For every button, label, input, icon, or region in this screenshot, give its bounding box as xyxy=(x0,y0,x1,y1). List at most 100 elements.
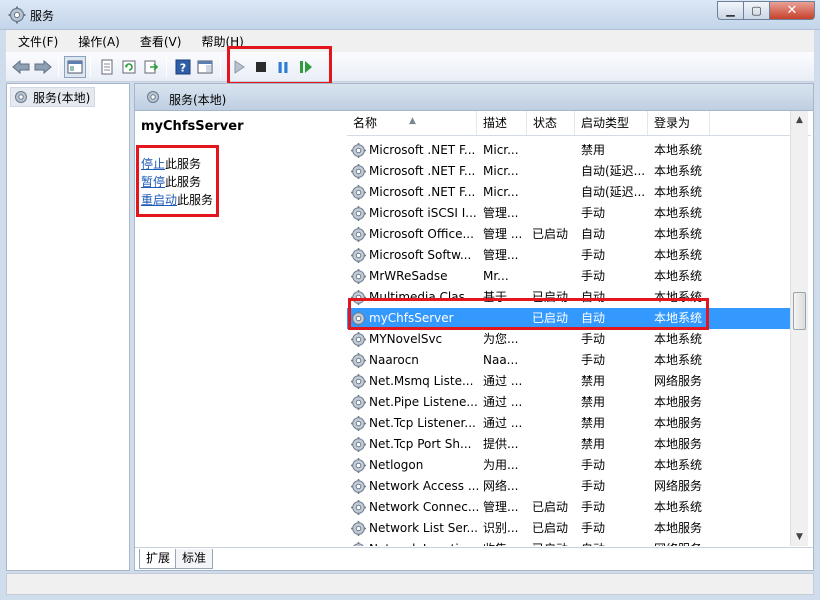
service-description: 提供... xyxy=(483,437,519,451)
service-description: 管理... xyxy=(483,206,519,220)
menu-action[interactable]: 操作(A) xyxy=(66,33,128,50)
scroll-down-icon: ▼ xyxy=(796,531,803,542)
service-description: 通过 ... xyxy=(483,395,523,409)
restart-service-link[interactable]: 重启动 xyxy=(141,193,177,207)
stop-service-button[interactable] xyxy=(250,56,272,78)
tree-item-services-local[interactable]: 服务(本地) xyxy=(10,87,96,107)
forward-button[interactable] xyxy=(32,56,54,78)
table-row[interactable]: Naarocn Naa... 手动 本地系统 xyxy=(347,350,792,371)
list-header: ▲ 名称 描述 状态 启动类型 登录为 xyxy=(347,111,811,136)
service-startup-type: 自动 xyxy=(581,539,651,546)
table-row[interactable]: Microsoft Office... 管理 ... 已启动 自动 本地系统 xyxy=(347,224,792,245)
table-row[interactable]: Net.Tcp Listener... 通过 ... 禁用 本地服务 xyxy=(347,413,792,434)
service-status: 已启动 xyxy=(532,521,569,535)
service-name: MYNovelSvc xyxy=(369,332,443,346)
service-description: 为您... xyxy=(483,332,519,346)
service-status xyxy=(532,140,576,161)
service-name: Net.Tcp Port Sh... xyxy=(369,437,472,451)
scroll-thumb[interactable] xyxy=(793,292,806,330)
console-tree-button[interactable] xyxy=(64,56,86,78)
properties-button[interactable] xyxy=(96,56,118,78)
table-row[interactable]: Microsoft Softw... 管理... 手动 本地系统 xyxy=(347,245,792,266)
service-startup-type: 自动(延迟... xyxy=(581,185,646,199)
gear-icon xyxy=(351,143,366,158)
table-row[interactable]: Netlogon 为用... 手动 本地系统 xyxy=(347,455,792,476)
table-row[interactable]: Network Access ... 网络... 手动 网络服务 xyxy=(347,476,792,497)
service-logon-as: 本地服务 xyxy=(654,395,703,409)
pause-service-button[interactable] xyxy=(272,56,294,78)
service-name: Net.Pipe Listene... xyxy=(369,395,478,409)
tab-standard[interactable]: 标准 xyxy=(175,549,214,569)
scroll-up-icon: ▲ xyxy=(796,114,803,125)
tab-extended[interactable]: 扩展 xyxy=(139,549,178,569)
menu-view[interactable]: 查看(V) xyxy=(128,33,190,50)
action-restart: 重启动此服务 xyxy=(141,191,213,208)
service-logon-as: 本地系统 xyxy=(654,206,703,220)
resume-service-button[interactable] xyxy=(295,56,317,78)
service-logon-as: 本地系统 xyxy=(654,311,703,325)
service-description: Micr... xyxy=(483,185,519,199)
service-logon-as: 网络服务 xyxy=(654,374,703,388)
column-header-logon-as[interactable]: 登录为 xyxy=(648,111,710,135)
table-row[interactable]: Net.Msmq Liste... 通过 ... 禁用 网络服务 xyxy=(347,371,792,392)
service-logon-as: 本地系统 xyxy=(654,248,703,262)
column-header-startup-type[interactable]: 启动类型 xyxy=(575,111,648,135)
scroll-down-button[interactable]: ▼ xyxy=(791,528,808,545)
export-button[interactable] xyxy=(140,56,162,78)
gear-icon xyxy=(147,91,159,103)
action-suffix: 此服务 xyxy=(165,175,202,189)
table-row[interactable]: Microsoft .NET F... Micr... 自动(延迟... 本地系统 xyxy=(347,182,792,203)
service-logon-as: 本地系统 xyxy=(654,227,703,241)
close-button[interactable]: ✕ xyxy=(770,1,815,20)
gear-icon xyxy=(351,374,366,389)
menu-help[interactable]: 帮助(H) xyxy=(189,33,251,50)
action-suffix: 此服务 xyxy=(165,157,202,171)
vertical-scrollbar[interactable]: ▲ ▼ xyxy=(790,111,808,546)
table-row[interactable]: Network Connec... 管理... 已启动 手动 本地系统 xyxy=(347,497,792,518)
refresh-button[interactable] xyxy=(118,56,140,78)
service-name: Net.Msmq Liste... xyxy=(369,374,474,388)
back-button[interactable] xyxy=(10,56,32,78)
scroll-up-button[interactable]: ▲ xyxy=(791,111,808,128)
table-row[interactable]: Net.Tcp Port Sh... 提供... 禁用 本地服务 xyxy=(347,434,792,455)
toolbar: ? xyxy=(6,52,814,82)
table-row[interactable]: Multimedia Clas... 基于... 已启动 自动 本地系统 xyxy=(347,287,792,308)
play-icon xyxy=(234,60,245,74)
table-row[interactable]: MrWReSadse Mr... 手动 本地系统 xyxy=(347,266,792,287)
service-status xyxy=(532,245,576,266)
column-header-name[interactable]: ▲ 名称 xyxy=(347,111,477,135)
column-header-description[interactable]: 描述 xyxy=(477,111,527,135)
service-name: Microsoft Office... xyxy=(369,227,474,241)
gear-icon xyxy=(351,164,366,179)
service-name: Microsoft .NET F... xyxy=(369,185,476,199)
table-row[interactable]: Net.Pipe Listene... 通过 ... 禁用 本地服务 xyxy=(347,392,792,413)
table-row[interactable]: Microsoft iSCSI I... 管理... 手动 本地系统 xyxy=(347,203,792,224)
help-button[interactable]: ? xyxy=(172,56,194,78)
service-description: 网络... xyxy=(483,479,519,493)
table-row[interactable]: Microsoft .NET F... Micr... 禁用 本地系统 xyxy=(347,140,792,161)
column-header-status[interactable]: 状态 xyxy=(527,111,575,135)
service-logon-as: 本地服务 xyxy=(654,521,703,535)
service-status xyxy=(532,182,576,203)
minimize-icon: ▁ xyxy=(726,4,735,17)
minimize-button[interactable]: ▁ xyxy=(717,1,744,20)
table-row[interactable]: Network Locatio... 收集... 已启动自动网络服务 xyxy=(347,539,792,546)
stop-service-link[interactable]: 停止 xyxy=(141,157,165,171)
table-row[interactable]: myChfsServer 已启动 自动 本地系统 xyxy=(347,308,792,329)
show-hide-action-pane-button[interactable] xyxy=(194,56,216,78)
service-logon-as: 本地系统 xyxy=(654,269,703,283)
pause-service-link[interactable]: 暂停 xyxy=(141,175,165,189)
console-tree: 服务(本地) xyxy=(6,83,130,571)
service-logon-as: 本地系统 xyxy=(654,143,703,157)
service-name: myChfsServer xyxy=(369,311,454,325)
menu-file[interactable]: 文件(F) xyxy=(6,33,66,50)
table-row[interactable]: MYNovelSvc 为您... 手动 本地系统 xyxy=(347,329,792,350)
gear-icon xyxy=(351,479,366,494)
maximize-button[interactable]: ▢ xyxy=(744,1,770,20)
table-row[interactable]: Network List Ser... 识别... 已启动 手动 本地服务 xyxy=(347,518,792,539)
view-tabs: 扩展 标准 xyxy=(135,547,813,570)
start-service-button[interactable] xyxy=(228,56,250,78)
close-icon: ✕ xyxy=(786,3,798,18)
service-name: Multimedia Clas... xyxy=(369,290,477,304)
table-row[interactable]: Microsoft .NET F... Micr... 自动(延迟... 本地系统 xyxy=(347,161,792,182)
